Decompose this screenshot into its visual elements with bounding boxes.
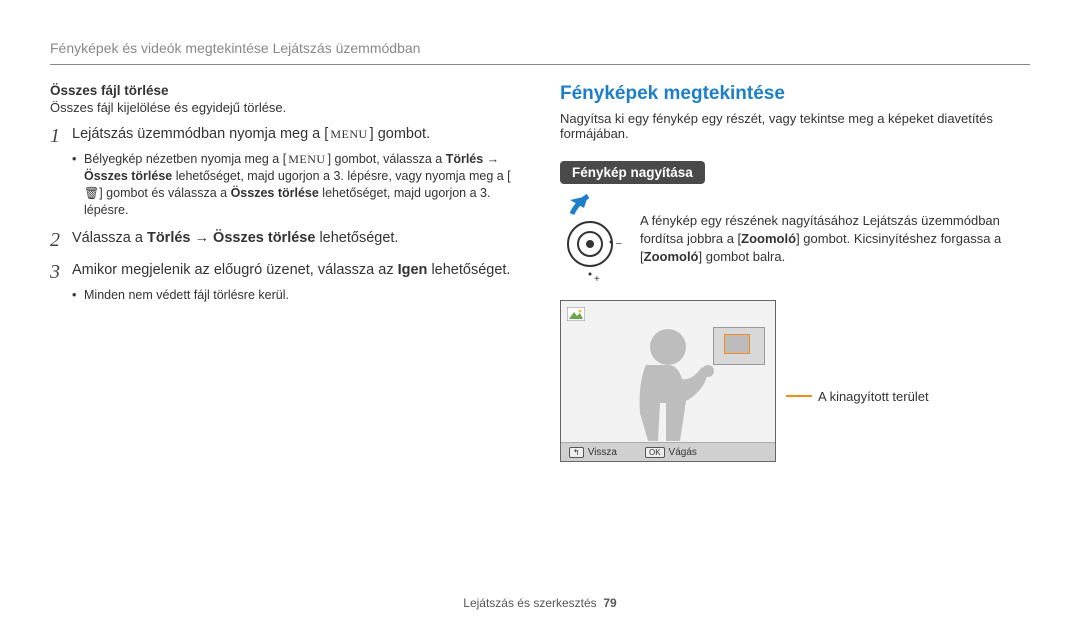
back-label: Vissza [588,447,617,458]
step-2: 2 Válassza a Törlés → Összes törlése leh… [50,229,520,251]
step-3: 3 Amikor megjelenik az előugró üzenet, v… [50,261,520,283]
navigator-highlight [724,334,750,354]
step-num-2: 2 [50,229,72,251]
left-subtitle: Összes fájl kijelölése és egyidejű törlé… [50,100,520,115]
right-intro: Nagyítsa ki egy fénykép egy részét, vagy… [560,111,1030,141]
step-num-3: 3 [50,261,72,283]
breadcrumb: Fényképek és videók megtekintése Lejátsz… [50,40,1030,64]
zoom-pill: Fénykép nagyítása [560,161,705,184]
screen-bottom-bar: ↰ Vissza OK Vágás [561,442,775,461]
step-1: 1 Lejátszás üzemmódban nyomja meg a [MEN… [50,125,520,147]
bullet-dot: • [72,287,84,304]
trash-icon: 🗑 [84,185,99,201]
page-footer: Lejátszás és szerkesztés 79 [0,596,1080,610]
right-title: Fényképek megtekintése [560,83,1030,105]
header-rule [50,64,1030,65]
camera-screen: ↰ Vissza OK Vágás [560,300,776,462]
area-label: A kinagyított terület [818,389,929,404]
svg-text:+: + [594,274,600,285]
svg-text:–: – [616,238,622,249]
menu-icon: MENU [286,151,327,167]
left-title: Összes fájl törlése [50,83,520,98]
navigator-frame [713,327,765,365]
crop-label: Vágás [669,447,697,458]
bullet-dot: • [72,151,84,219]
step-num-1: 1 [50,125,72,147]
child-silhouette [608,323,728,443]
step1-pre: Lejátszás üzemmódban nyomja meg a [ [72,126,328,142]
menu-icon: MENU [328,126,369,142]
step3-sub: Minden nem védett fájl törlésre kerül. [84,287,289,304]
thumbnail-icon [567,307,585,321]
step1-sub: Bélyegkép nézetben nyomja meg a [MENU] g… [84,151,520,219]
zoom-text: A fénykép egy részének nagyításához Lejá… [640,194,1030,267]
callout-line [786,395,812,397]
zoom-dial-icon: – + [560,194,624,286]
ok-icon: OK [645,447,665,458]
step1-post: ] gombot. [370,126,430,142]
back-icon: ↰ [569,447,584,458]
